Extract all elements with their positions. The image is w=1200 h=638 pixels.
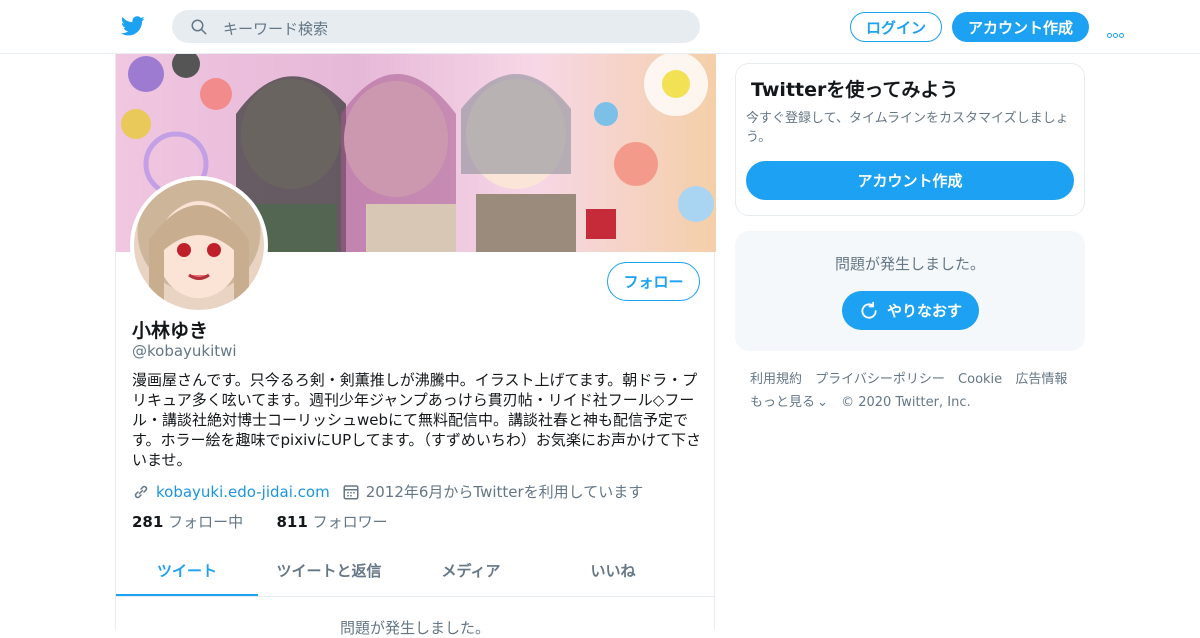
twitter-bird-icon[interactable] bbox=[120, 14, 146, 38]
profile-name: 小林ゆき bbox=[132, 320, 209, 342]
profile-tabs: ツイート ツイートと返信 メディア いいね bbox=[116, 547, 714, 597]
more-options-icon[interactable] bbox=[1107, 23, 1125, 42]
login-button[interactable]: ログイン bbox=[850, 12, 942, 42]
signup-button[interactable]: アカウント作成 bbox=[952, 12, 1089, 42]
profile-avatar[interactable] bbox=[130, 176, 268, 314]
followers-stat[interactable]: 811 フォロワー bbox=[277, 513, 388, 531]
search-placeholder: キーワード検索 bbox=[223, 20, 329, 38]
follow-button[interactable]: フォロー bbox=[607, 262, 700, 301]
followers-label: フォロワー bbox=[312, 513, 388, 531]
top-bar: キーワード検索 ログイン アカウント作成 bbox=[0, 0, 1200, 54]
profile-column: フォロー 小林ゆき @kobayukitwi 漫画屋さんです。只今るろ剣・剣薫推… bbox=[115, 54, 716, 637]
signup-card-button[interactable]: アカウント作成 bbox=[746, 161, 1074, 200]
footer-more-label: もっと見る bbox=[750, 395, 816, 410]
profile-bio: 漫画屋さんです。只今るろ剣・剣薫推しが沸騰中。イラスト上げてます。朝ドラ・プリキ… bbox=[132, 371, 701, 469]
signup-card: Twitterを使ってみよう 今すぐ登録して、タイムラインをカスタマイズしましょ… bbox=[735, 63, 1085, 216]
tab-media[interactable]: メディア bbox=[400, 547, 542, 596]
footer-more-link[interactable]: もっと見る ⌄ bbox=[750, 395, 828, 410]
refresh-icon bbox=[861, 301, 877, 319]
footer-links: 利用規約 プライバシーポリシー Cookie 広告情報 もっと見る ⌄ © 202… bbox=[750, 368, 1080, 414]
retry-label: やりなおす bbox=[886, 302, 962, 320]
following-count: 281 bbox=[132, 513, 164, 531]
footer-cookie-link[interactable]: Cookie bbox=[958, 372, 1002, 387]
footer-copyright: © 2020 Twitter, Inc. bbox=[841, 395, 971, 410]
profile-joined-date: 2012年6月からTwitterを利用しています bbox=[365, 483, 644, 501]
chevron-down-icon: ⌄ bbox=[817, 395, 828, 410]
followers-count: 811 bbox=[276, 513, 308, 531]
sidebar-error-box: 問題が発生しました。 やりなおす bbox=[735, 231, 1085, 351]
footer-privacy-link[interactable]: プライバシーポリシー bbox=[815, 372, 945, 387]
search-icon bbox=[191, 19, 207, 35]
signup-card-title: Twitterを使ってみよう bbox=[751, 79, 959, 101]
footer-ads-link[interactable]: 広告情報 bbox=[1015, 372, 1067, 387]
profile-stats: 281 フォロー中 811 フォロワー bbox=[132, 511, 388, 532]
following-stat[interactable]: 281 フォロー中 bbox=[132, 513, 243, 531]
following-label: フォロー中 bbox=[168, 513, 244, 531]
search-input[interactable]: キーワード検索 bbox=[172, 10, 700, 43]
sidebar-error-text: 問題が発生しました。 bbox=[834, 255, 985, 273]
footer-terms-link[interactable]: 利用規約 bbox=[750, 372, 802, 387]
signup-card-text: 今すぐ登録して、タイムラインをカスタマイズしましょう。 bbox=[746, 111, 1069, 145]
profile-website-link[interactable]: kobayuki.edo-jidai.com bbox=[156, 483, 330, 501]
profile-handle: @kobayukitwi bbox=[132, 342, 237, 360]
avatar-illustration bbox=[149, 202, 249, 310]
link-icon bbox=[134, 485, 148, 498]
calendar-icon bbox=[343, 484, 359, 499]
tab-tweets[interactable]: ツイート bbox=[116, 547, 258, 596]
tab-tweets-and-replies[interactable]: ツイートと返信 bbox=[258, 547, 400, 596]
profile-meta: kobayuki.edo-jidai.com 2012年6月からTwitterを… bbox=[132, 481, 643, 502]
tab-likes[interactable]: いいね bbox=[542, 547, 684, 596]
retry-button[interactable]: やりなおす bbox=[842, 291, 979, 330]
timeline-error-text: 問題が発生しました。 bbox=[339, 619, 490, 637]
